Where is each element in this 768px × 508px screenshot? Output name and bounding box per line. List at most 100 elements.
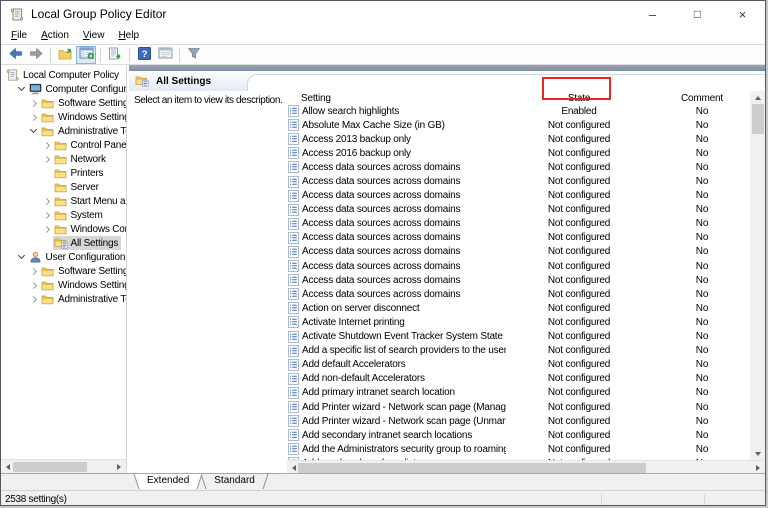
- tree-item-windows-components[interactable]: Windows Components: [1, 222, 126, 236]
- tree-item-network[interactable]: Network: [1, 152, 126, 166]
- tree-item-local-computer-policy[interactable]: Local Computer Policy: [1, 68, 126, 82]
- expander-collapsed-icon[interactable]: [41, 223, 53, 235]
- list-row[interactable]: Access data sources across domainsNot co…: [287, 217, 750, 231]
- forward-icon: [29, 47, 44, 63]
- scroll-up-icon[interactable]: [750, 91, 765, 104]
- list-row[interactable]: Access data sources across domainsNot co…: [287, 231, 750, 245]
- tree-item-software-settings[interactable]: Software Settings: [1, 264, 126, 278]
- tree-item-administrative-templates[interactable]: Administrative Templates: [1, 292, 126, 306]
- list-vertical-scrollbar[interactable]: [750, 91, 765, 460]
- expander-collapsed-icon[interactable]: [28, 97, 40, 109]
- list-row[interactable]: Activate Shutdown Event Tracker System S…: [287, 330, 750, 344]
- list-row[interactable]: Add a specific list of search providers …: [287, 344, 750, 358]
- close-button[interactable]: ×: [720, 1, 765, 27]
- expander-collapsed-icon[interactable]: [28, 265, 40, 277]
- list-row[interactable]: Access data sources across domainsNot co…: [287, 273, 750, 287]
- tree-item-printers[interactable]: Printers: [1, 166, 126, 180]
- list-row[interactable]: Allow search highlightsEnabledNo: [287, 104, 750, 118]
- expander-collapsed-icon[interactable]: [41, 209, 53, 221]
- folder-icon: [41, 293, 55, 305]
- column-header-comment[interactable]: Comment: [652, 93, 752, 104]
- policy-setting-icon: [288, 260, 299, 272]
- maximize-button[interactable]: □: [675, 1, 720, 27]
- show-console-tree-button[interactable]: [76, 46, 96, 64]
- forward-button[interactable]: [26, 46, 46, 64]
- tree-item-label: Software Settings: [58, 98, 126, 109]
- setting-cell: Access data sources across domains: [302, 289, 460, 300]
- tree-horizontal-scrollbar[interactable]: [1, 459, 126, 473]
- expander-expanded-icon[interactable]: [28, 125, 40, 137]
- setting-cell: Access data sources across domains: [302, 232, 460, 243]
- state-cell: Not configured: [506, 359, 652, 370]
- tree-item-windows-settings[interactable]: Windows Settings: [1, 110, 126, 124]
- list-row[interactable]: Add default AcceleratorsNot configuredNo: [287, 358, 750, 372]
- expander-collapsed-icon[interactable]: [28, 111, 40, 123]
- pane-body: Select an item to view its description. …: [129, 91, 765, 473]
- list-row[interactable]: Add the Administrators security group to…: [287, 442, 750, 456]
- setting-cell: Access 2016 backup only: [302, 148, 411, 159]
- tree-item-all-settings[interactable]: All Settings: [1, 236, 126, 250]
- comment-cell: No: [652, 246, 750, 257]
- status-text: 2538 setting(s): [5, 494, 67, 505]
- scroll-right-icon[interactable]: [751, 461, 765, 473]
- list-row[interactable]: Activate Internet printingNot configured…: [287, 315, 750, 329]
- scroll-down-icon[interactable]: [750, 447, 765, 460]
- expander-expanded-icon[interactable]: [16, 83, 28, 95]
- list-horizontal-scrollbar[interactable]: [287, 460, 765, 473]
- comment-cell: No: [652, 331, 750, 342]
- title-bar[interactable]: Local Group Policy Editor – □ ×: [1, 1, 765, 27]
- expander-expanded-icon[interactable]: [16, 251, 28, 263]
- tree-item-server[interactable]: Server: [1, 180, 126, 194]
- expander-collapsed-icon[interactable]: [41, 139, 53, 151]
- tree-item-system[interactable]: System: [1, 208, 126, 222]
- menu-help[interactable]: Help: [111, 29, 146, 42]
- minimize-button[interactable]: –: [630, 1, 675, 27]
- list-row[interactable]: Access data sources across domainsNot co…: [287, 287, 750, 301]
- vertical-scrollbar-thumb[interactable]: [752, 104, 764, 134]
- expander-collapsed-icon[interactable]: [28, 279, 40, 291]
- expander-collapsed-icon[interactable]: [41, 153, 53, 165]
- expander-collapsed-icon[interactable]: [28, 293, 40, 305]
- back-button[interactable]: [5, 46, 25, 64]
- list-row[interactable]: Access data sources across domainsNot co…: [287, 174, 750, 188]
- policy-setting-icon: [288, 288, 299, 300]
- expander-collapsed-icon[interactable]: [41, 195, 53, 207]
- scroll-right-icon[interactable]: [112, 460, 126, 474]
- list-row[interactable]: Access data sources across domainsNot co…: [287, 259, 750, 273]
- tree-item-windows-settings[interactable]: Windows Settings: [1, 278, 126, 292]
- list-row[interactable]: Add Printer wizard - Network scan page (…: [287, 414, 750, 428]
- column-header-setting[interactable]: Setting: [287, 93, 506, 104]
- list-row[interactable]: Access data sources across domainsNot co…: [287, 245, 750, 259]
- tree-item-software-settings[interactable]: Software Settings: [1, 96, 126, 110]
- menu-file[interactable]: File: [4, 29, 34, 42]
- new-window-button[interactable]: [155, 46, 175, 64]
- list-row[interactable]: Access data sources across domainsNot co…: [287, 203, 750, 217]
- list-row[interactable]: Access 2016 backup onlyNot configuredNo: [287, 146, 750, 160]
- up-one-level-button[interactable]: [55, 46, 75, 64]
- tab-standard[interactable]: Standard: [208, 474, 261, 489]
- horizontal-scrollbar-thumb[interactable]: [298, 463, 646, 473]
- tree-item-control-panel[interactable]: Control Panel: [1, 138, 126, 152]
- tree-item-computer-configuration[interactable]: Computer Configuration: [1, 82, 126, 96]
- menu-view[interactable]: View: [76, 29, 112, 42]
- list-row[interactable]: Access data sources across domainsNot co…: [287, 160, 750, 174]
- list-row[interactable]: Add primary intranet search locationNot …: [287, 386, 750, 400]
- export-list-button[interactable]: [105, 46, 125, 64]
- list-row[interactable]: Access data sources across domainsNot co…: [287, 189, 750, 203]
- help-button[interactable]: ?: [134, 46, 154, 64]
- list-row[interactable]: Action on server disconnectNot configure…: [287, 301, 750, 315]
- policy-setting-icon: [288, 190, 299, 202]
- tree-scrollbar-thumb[interactable]: [13, 462, 87, 472]
- tree-item-start-menu-and-taskbar[interactable]: Start Menu and Taskbar: [1, 194, 126, 208]
- tab-extended[interactable]: Extended: [141, 474, 195, 489]
- list-row[interactable]: Add non-default AcceleratorsNot configur…: [287, 372, 750, 386]
- state-cell: Not configured: [506, 246, 652, 257]
- tree-item-administrative-templates[interactable]: Administrative Templates: [1, 124, 126, 138]
- menu-action[interactable]: Action: [34, 29, 76, 42]
- list-row[interactable]: Add Printer wizard - Network scan page (…: [287, 400, 750, 414]
- list-row[interactable]: Access 2013 backup onlyNot configuredNo: [287, 132, 750, 146]
- list-row[interactable]: Absolute Max Cache Size (in GB)Not confi…: [287, 118, 750, 132]
- list-row[interactable]: Add secondary intranet search locationsN…: [287, 428, 750, 442]
- filter-button[interactable]: [184, 46, 204, 64]
- tree-item-user-configuration[interactable]: User Configuration: [1, 250, 126, 264]
